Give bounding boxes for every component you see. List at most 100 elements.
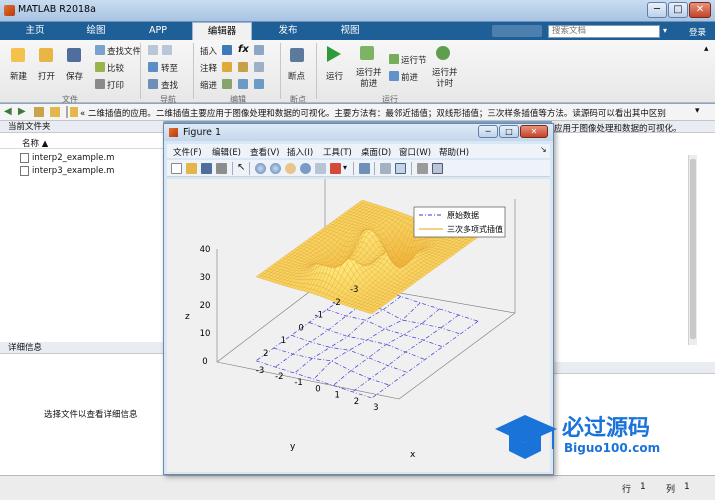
open-button[interactable]: 打开 — [38, 70, 55, 82]
dock-arrow-icon[interactable]: ↘ — [540, 145, 547, 154]
breakpoints-button[interactable]: 断点 — [288, 70, 305, 82]
brush-icon[interactable] — [330, 163, 341, 174]
indent-button[interactable]: 缩进 — [200, 79, 217, 91]
window-titlebar: MATLAB R2018a ─ □ ✕ — [0, 0, 715, 22]
login-link[interactable]: 登录 — [689, 26, 706, 38]
quick-access-toolbar[interactable] — [492, 25, 542, 37]
menu-file[interactable]: 文件(F) — [173, 146, 202, 158]
legend-icon[interactable] — [395, 163, 406, 174]
details-placeholder: 选择文件以查看详细信息 — [44, 410, 138, 420]
goto-icon — [148, 62, 158, 72]
percent-comment-icon[interactable] — [222, 62, 232, 72]
tab-home[interactable]: 主页 — [8, 22, 62, 40]
wrap-comment-icon[interactable] — [254, 62, 264, 72]
up-folder-icon[interactable] — [34, 107, 44, 117]
menu-view[interactable]: 查看(V) — [250, 146, 279, 158]
menu-tools[interactable]: 工具(T) — [323, 146, 352, 158]
menu-edit[interactable]: 编辑(E) — [212, 146, 241, 158]
save-figure-icon[interactable] — [201, 163, 212, 174]
z-tick-label: 40 — [200, 245, 211, 255]
file-item[interactable]: interp3_example.m — [32, 166, 114, 176]
search-input[interactable]: 搜索文档 — [548, 25, 660, 38]
advance-button[interactable]: 前进 — [401, 71, 418, 83]
address-path[interactable]: « 二维插值的应用。二维插值主要应用于图像处理和数据的可视化。主要方法有：最邻近… — [80, 107, 690, 119]
run-section-button[interactable]: 运行节 — [401, 54, 427, 66]
menu-window[interactable]: 窗口(W) — [399, 146, 431, 158]
figure-maximize-button[interactable]: □ — [499, 125, 519, 138]
figure-close-button[interactable]: ✕ — [520, 125, 548, 138]
search-dropdown-icon[interactable]: ▾ — [663, 26, 667, 35]
z-axis-label: z — [185, 312, 190, 322]
find-button[interactable]: 查找 — [161, 79, 178, 91]
legend-entry-interp: 三次多项式插值 — [447, 224, 503, 234]
zoom-in-icon[interactable] — [255, 163, 266, 174]
z-tick-label: 20 — [200, 301, 211, 311]
forward-arrow-icon[interactable]: ▶ — [18, 106, 26, 117]
row-value: 1 — [640, 482, 646, 492]
scrollbar-thumb[interactable] — [690, 159, 696, 339]
minimize-button[interactable]: ─ — [647, 2, 667, 18]
colorbar-icon[interactable] — [380, 163, 391, 174]
insert-button[interactable]: 插入 — [200, 45, 217, 57]
maximize-button[interactable]: □ — [668, 2, 688, 18]
save-button[interactable]: 保存 — [66, 70, 83, 82]
new-button[interactable]: 新建 — [10, 70, 27, 82]
menu-insert[interactable]: 插入(I) — [287, 146, 313, 158]
current-folder-title: 当前文件夹 — [0, 121, 163, 133]
link-plot-icon[interactable] — [359, 163, 370, 174]
menu-desktop[interactable]: 桌面(D) — [361, 146, 391, 158]
goto-button[interactable]: 转至 — [161, 62, 178, 74]
back-arrow-icon[interactable]: ◀ — [4, 106, 12, 117]
print-figure-icon[interactable] — [216, 163, 227, 174]
pointer-icon[interactable]: ↖ — [237, 162, 245, 173]
close-button[interactable]: ✕ — [689, 2, 711, 18]
x-tick-label: -2 — [275, 372, 283, 382]
fx-button[interactable]: fx — [238, 44, 249, 55]
data-cursor-icon[interactable] — [315, 163, 326, 174]
col-value: 1 — [684, 482, 690, 492]
insert-section-icon[interactable] — [222, 45, 232, 55]
compare-button[interactable]: 比较 — [107, 62, 124, 74]
zoom-out-icon[interactable] — [270, 163, 281, 174]
name-column-header[interactable]: 名称 ▲ — [22, 137, 48, 149]
back-nav-icon[interactable] — [148, 45, 158, 55]
decrease-indent-icon[interactable] — [254, 79, 264, 89]
increase-indent-icon[interactable] — [238, 79, 248, 89]
run-button[interactable]: 运行 — [326, 70, 343, 82]
brush-dropdown-icon[interactable]: ▾ — [343, 163, 347, 172]
run-and-advance-button[interactable]: 运行并 前进 — [356, 68, 382, 90]
print-button[interactable]: 打印 — [107, 79, 124, 91]
ribbon-collapse-icon[interactable]: ▴ — [704, 44, 709, 54]
address-dropdown-icon[interactable]: ▾ — [695, 106, 700, 116]
find-files-button[interactable]: 查找文件 — [107, 45, 141, 57]
uncomment-icon[interactable] — [238, 62, 248, 72]
ribbon-tabbar: 主页 绘图 APP 编辑器 发布 视图 搜索文档 ▾ 登录 — [0, 22, 715, 40]
file-list-header[interactable]: 名称 ▲ — [0, 136, 163, 149]
legend[interactable]: 原始数据 三次多项式插值 — [413, 206, 506, 238]
hide-plot-tools-icon[interactable] — [417, 163, 428, 174]
editor-scrollbar[interactable] — [688, 155, 697, 345]
tab-editor[interactable]: 编辑器 — [192, 22, 252, 40]
forward-nav-icon[interactable] — [162, 45, 172, 55]
tab-plots[interactable]: 绘图 — [68, 22, 124, 40]
tab-publish[interactable]: 发布 — [258, 22, 318, 40]
smart-indent-icon[interactable] — [222, 79, 232, 89]
col-label: 列 — [666, 485, 676, 495]
pan-hand-icon[interactable] — [285, 163, 296, 174]
browse-folder-icon[interactable] — [50, 107, 60, 117]
new-figure-icon[interactable] — [171, 163, 182, 174]
tab-view[interactable]: 视图 — [322, 22, 378, 40]
tab-apps[interactable]: APP — [130, 22, 186, 40]
figure-minimize-button[interactable]: ─ — [478, 125, 498, 138]
menu-help[interactable]: 帮助(H) — [439, 146, 469, 158]
figure-titlebar[interactable]: Figure 1 ─ □ ✕ — [164, 124, 553, 141]
find-icon — [148, 79, 158, 89]
show-plot-tools-icon[interactable] — [432, 163, 443, 174]
run-and-time-button[interactable]: 运行并 计时 — [432, 68, 458, 90]
rotate-3d-icon[interactable] — [300, 163, 311, 174]
insert-grid-icon[interactable] — [254, 45, 264, 55]
comment-button[interactable]: 注释 — [200, 62, 217, 74]
y-tick-label: -3 — [350, 285, 358, 295]
open-file-icon[interactable] — [186, 163, 197, 174]
file-item[interactable]: interp2_example.m — [32, 153, 114, 163]
